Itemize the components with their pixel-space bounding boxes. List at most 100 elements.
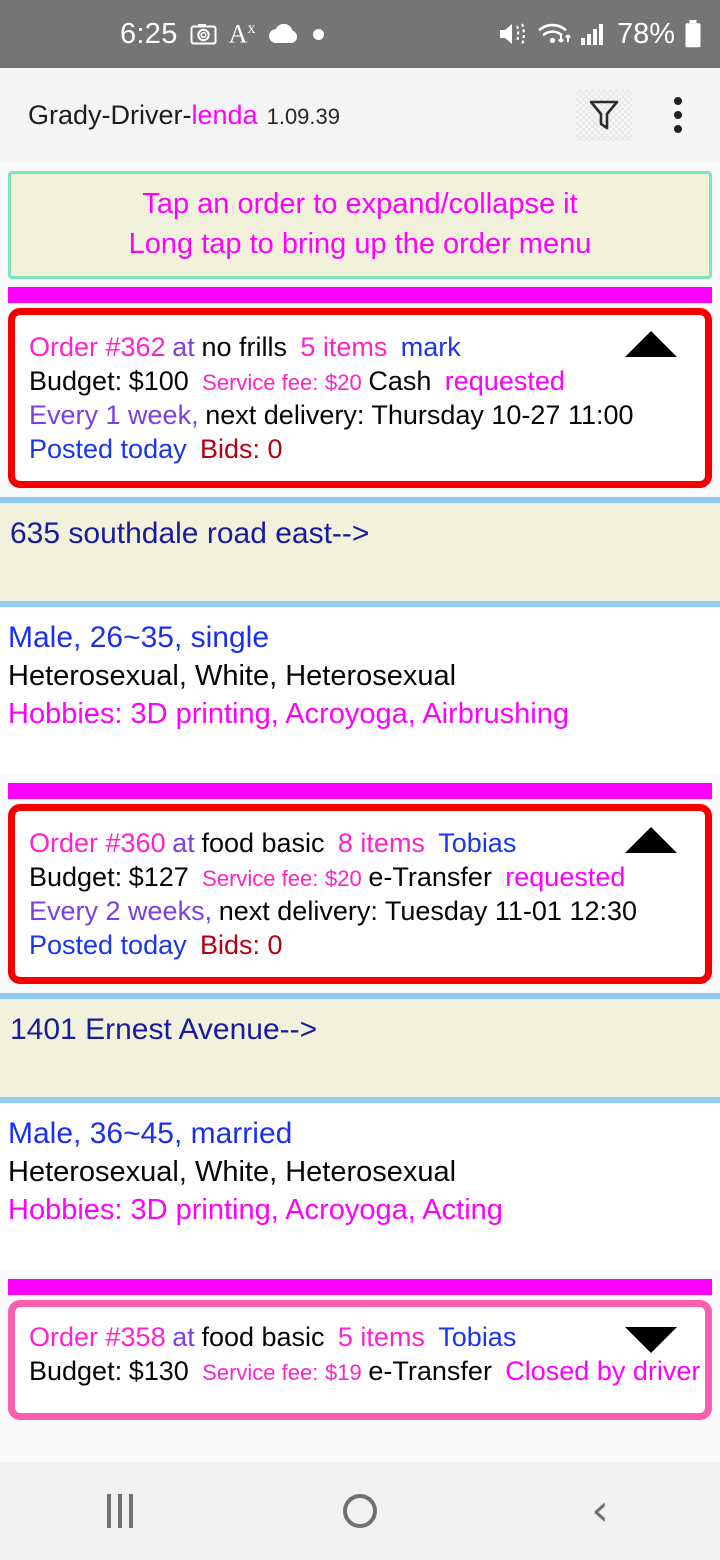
wifi-icon: [537, 21, 571, 47]
order-card-362[interactable]: Order #362 at no frills 5 items mark Bud…: [8, 308, 712, 488]
system-navigation-bar: ‹: [0, 1462, 720, 1560]
filter-funnel-icon: [588, 98, 620, 132]
hint-line-2: Long tap to bring up the order menu: [128, 228, 592, 260]
order-customer: mark: [400, 332, 461, 362]
order-budget-line: Budget: $127 Service fee: $20 e-Transfer…: [29, 861, 691, 895]
order-posted: Posted today: [29, 930, 187, 960]
more-vertical-icon-dot-1: [674, 97, 682, 105]
order-address-panel-362[interactable]: 635 southdale road east-->: [0, 497, 720, 607]
order-demographics-panel-360: Male, 36~45, married Heterosexual, White…: [0, 1103, 720, 1271]
cellular-signal-icon: [580, 22, 608, 46]
order-budget-line: Budget: $100 Service fee: $20 Cash reque…: [29, 365, 691, 399]
order-posted-line: Posted today Bids: 0: [29, 433, 691, 467]
order-status: requested: [444, 366, 565, 396]
recents-icon-bar-1: [107, 1494, 111, 1528]
order-demographics-panel-362: Male, 26~35, single Heterosexual, White,…: [0, 607, 720, 775]
order-item-count: 5 items: [300, 332, 388, 362]
filter-button[interactable]: [576, 89, 632, 141]
order-status: Closed by driver: [505, 1356, 701, 1386]
order-posted: Posted today: [29, 434, 187, 464]
more-vertical-icon-dot-2: [674, 111, 682, 119]
demographics-line-2: Heterosexual, White, Heterosexual: [8, 660, 457, 692]
status-bar: 6:25 Ax 78%: [0, 0, 720, 68]
budget-value: $100: [128, 366, 189, 396]
recents-icon-bar-3: [129, 1494, 133, 1528]
mute-icon: [498, 21, 528, 47]
app-title: Grady-Driver-lenda 1.09.39: [28, 100, 340, 131]
demographics-hobbies: Hobbies: 3D printing, Acroyoga, Airbrush…: [8, 698, 569, 730]
demographics-line-1: Male, 36~45, married: [8, 1117, 293, 1150]
budget-value: $127: [128, 862, 189, 892]
service-fee-label: Service fee:: [202, 866, 319, 891]
order-customer: Tobias: [438, 1322, 517, 1352]
order-separator-2: [8, 783, 712, 799]
order-item-count: 8 items: [337, 828, 425, 858]
home-icon: [343, 1494, 377, 1528]
hint-banner: Tap an order to expand/collapse it Long …: [8, 171, 712, 279]
order-card-360[interactable]: Order #360 at food basic 8 items Tobias …: [8, 804, 712, 984]
cloud-icon: [267, 23, 301, 45]
order-number: Order #358: [29, 1322, 166, 1352]
order-status: requested: [505, 862, 626, 892]
order-frequency: Every 2 weeks,: [29, 896, 213, 926]
order-at-label: at: [172, 828, 195, 858]
service-fee-label: Service fee:: [202, 370, 319, 395]
status-bar-right: 78%: [498, 18, 702, 51]
app-bar-actions: [576, 87, 698, 143]
order-list[interactable]: Tap an order to expand/collapse it Long …: [0, 162, 720, 1462]
order-header-line: Order #358 at food basic 5 items Tobias: [29, 1321, 691, 1355]
order-bids: Bids: 0: [199, 930, 283, 960]
order-header-line: Order #362 at no frills 5 items mark: [29, 331, 691, 365]
service-fee-value: $19: [325, 1360, 362, 1385]
back-button[interactable]: ‹: [550, 1476, 650, 1546]
demographics-hobbies: Hobbies: 3D printing, Acroyoga, Acting: [8, 1194, 503, 1226]
service-fee-value: $20: [325, 866, 362, 891]
recents-icon-bar-2: [118, 1494, 122, 1528]
text-size-icon: Ax: [228, 19, 256, 49]
app-title-prefix: Grady-Driver-: [28, 99, 192, 130]
order-schedule-line: Every 1 week, next delivery: Thursday 10…: [29, 399, 691, 433]
camera-icon: [190, 22, 217, 46]
budget-value: $130: [128, 1356, 189, 1386]
order-at-label: at: [172, 1322, 195, 1352]
order-store: no frills: [201, 332, 287, 362]
back-icon: ‹: [591, 1485, 609, 1536]
caret-down-icon[interactable]: [625, 1327, 677, 1353]
overflow-menu-button[interactable]: [658, 87, 698, 143]
service-fee-label: Service fee:: [202, 1360, 319, 1385]
order-budget-line: Budget: $130 Service fee: $19 e-Transfer…: [29, 1355, 700, 1389]
recents-button[interactable]: [70, 1476, 170, 1546]
app-bar: Grady-Driver-lenda 1.09.39: [0, 68, 720, 162]
order-card-358[interactable]: Order #358 at food basic 5 items Tobias …: [8, 1300, 712, 1420]
order-address-panel-360[interactable]: 1401 Ernest Avenue-->: [0, 993, 720, 1103]
order-next-delivery: next delivery: Tuesday 11-01 12:30: [218, 896, 638, 926]
order-bids: Bids: 0: [199, 434, 283, 464]
payment-method: Cash: [368, 366, 432, 396]
order-schedule-line: Every 2 weeks, next delivery: Tuesday 11…: [29, 895, 691, 929]
battery-percent: 78%: [616, 17, 675, 50]
order-at-label: at: [172, 332, 195, 362]
payment-method: e-Transfer: [368, 1356, 492, 1386]
order-posted-line: Posted today Bids: 0: [29, 929, 691, 963]
order-address: 1401 Ernest Avenue-->: [10, 1013, 318, 1046]
order-customer: Tobias: [438, 828, 517, 858]
app-version: 1.09.39: [266, 103, 340, 129]
budget-label: Budget:: [29, 1356, 123, 1386]
order-separator-3: [8, 1279, 712, 1295]
order-separator-1: [8, 287, 712, 303]
order-address: 635 southdale road east-->: [10, 517, 370, 550]
payment-method: e-Transfer: [368, 862, 492, 892]
order-item-count: 5 items: [337, 1322, 425, 1352]
demographics-line-2: Heterosexual, White, Heterosexual: [8, 1156, 457, 1188]
dot-icon: [313, 28, 325, 40]
home-button[interactable]: [310, 1476, 410, 1546]
order-frequency: Every 1 week,: [29, 400, 199, 430]
order-number: Order #360: [29, 828, 166, 858]
app-title-brand: lenda: [191, 99, 258, 130]
service-fee-value: $20: [325, 370, 362, 395]
status-time: 6:25: [120, 17, 178, 50]
recents-icon: [107, 1494, 133, 1528]
caret-up-icon[interactable]: [625, 331, 677, 357]
more-vertical-icon-dot-3: [674, 125, 682, 133]
caret-up-icon[interactable]: [625, 827, 677, 853]
